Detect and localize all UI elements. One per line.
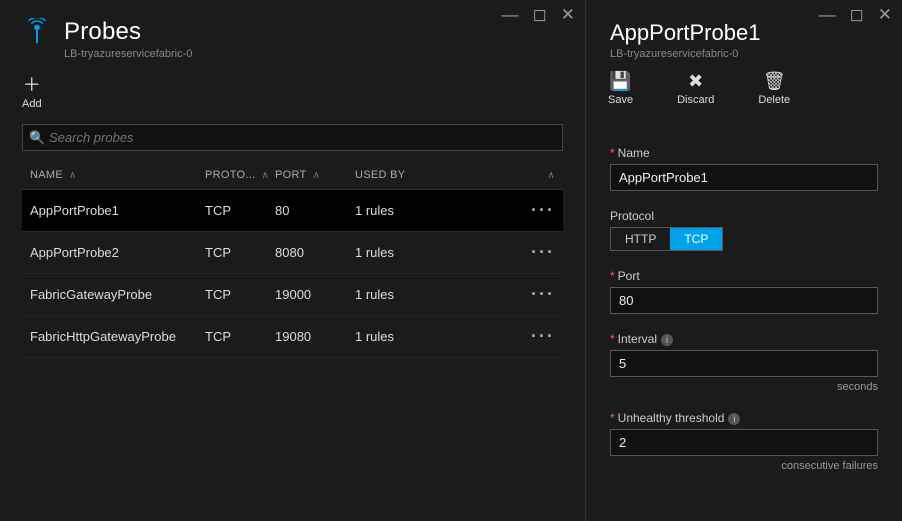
cell-usedby: 1 rules [355, 245, 515, 260]
cell-usedby: 1 rules [355, 203, 515, 218]
table-header: NAME∧ PROTO...∧ PORT∧ USED BY ∧ [22, 161, 563, 190]
probes-panel: — ◻ ✕ Probes LB-tryazureservicefabric-0 … [0, 0, 586, 521]
minimize-icon[interactable]: — [502, 6, 519, 23]
name-field[interactable] [610, 164, 878, 191]
minimize-icon[interactable]: — [819, 6, 836, 23]
cell-port: 19080 [275, 329, 355, 344]
cell-protocol: TCP [205, 329, 275, 344]
col-port[interactable]: PORT∧ [275, 169, 355, 181]
sort-icon: ∧ [261, 170, 269, 181]
detail-title: AppPortProbe1 [610, 20, 878, 46]
plus-icon: ＋ [23, 76, 41, 94]
protocol-http[interactable]: HTTP [611, 228, 670, 250]
panel-subtitle: LB-tryazureservicefabric-0 [64, 48, 192, 60]
probe-detail-panel: — ◻ ✕ AppPortProbe1 LB-tryazureservicefa… [586, 0, 902, 521]
interval-field[interactable] [610, 350, 878, 377]
cell-name: FabricHttpGatewayProbe [30, 329, 205, 344]
threshold-field[interactable] [610, 429, 878, 456]
maximize-icon[interactable]: ◻ [533, 6, 547, 23]
row-more-button[interactable]: ··· [515, 200, 555, 221]
cell-protocol: TCP [205, 203, 275, 218]
search-input[interactable] [22, 124, 563, 151]
cell-name: FabricGatewayProbe [30, 287, 205, 302]
label-interval: *Intervali [610, 332, 878, 346]
label-protocol: Protocol [610, 209, 878, 223]
cell-usedby: 1 rules [355, 329, 515, 344]
col-protocol[interactable]: PROTO...∧ [205, 169, 275, 181]
cell-port: 80 [275, 203, 355, 218]
save-icon: 💾 [609, 72, 631, 90]
label-threshold: *Unhealthy thresholdi [610, 411, 878, 425]
cell-protocol: TCP [205, 245, 275, 260]
sort-icon: ∧ [69, 170, 77, 181]
maximize-icon[interactable]: ◻ [850, 6, 864, 23]
delete-icon: 🗑 [763, 72, 786, 90]
info-icon[interactable]: i [661, 334, 673, 346]
search-icon: 🔍 [29, 130, 45, 146]
interval-hint: seconds [610, 381, 878, 393]
panel-title: Probes [64, 18, 192, 46]
row-more-button[interactable]: ··· [515, 284, 555, 305]
cell-usedby: 1 rules [355, 287, 515, 302]
discard-icon: ✖ [688, 72, 703, 90]
cell-name: AppPortProbe1 [30, 203, 205, 218]
port-field[interactable] [610, 287, 878, 314]
table-row[interactable]: AppPortProbe2TCP80801 rules··· [22, 232, 563, 274]
detail-subtitle: LB-tryazureservicefabric-0 [610, 48, 878, 60]
delete-button[interactable]: 🗑 Delete [758, 72, 790, 106]
threshold-hint: consecutive failures [610, 460, 878, 472]
row-more-button[interactable]: ··· [515, 326, 555, 347]
info-icon[interactable]: i [728, 413, 740, 425]
discard-button[interactable]: ✖ Discard [677, 72, 714, 106]
close-icon[interactable]: ✕ [561, 6, 575, 23]
probes-icon [22, 18, 52, 48]
save-button[interactable]: 💾 Save [608, 72, 633, 106]
close-icon[interactable]: ✕ [878, 6, 892, 23]
cell-port: 19000 [275, 287, 355, 302]
table-row[interactable]: FabricHttpGatewayProbeTCP190801 rules··· [22, 316, 563, 358]
protocol-toggle[interactable]: HTTP TCP [610, 227, 723, 251]
col-name[interactable]: NAME∧ [30, 169, 205, 181]
label-name: *Name [610, 146, 878, 160]
table-row[interactable]: FabricGatewayProbeTCP190001 rules··· [22, 274, 563, 316]
table-row[interactable]: AppPortProbe1TCP801 rules··· [22, 190, 563, 232]
cell-name: AppPortProbe2 [30, 245, 205, 260]
row-more-button[interactable]: ··· [515, 242, 555, 263]
add-button[interactable]: ＋ Add [22, 76, 42, 110]
cell-port: 8080 [275, 245, 355, 260]
sort-icon: ∧ [313, 170, 321, 181]
protocol-tcp[interactable]: TCP [670, 228, 722, 250]
col-usedby[interactable]: USED BY [355, 169, 515, 181]
label-port: *Port [610, 269, 878, 283]
sort-icon: ∧ [547, 170, 555, 181]
cell-protocol: TCP [205, 287, 275, 302]
